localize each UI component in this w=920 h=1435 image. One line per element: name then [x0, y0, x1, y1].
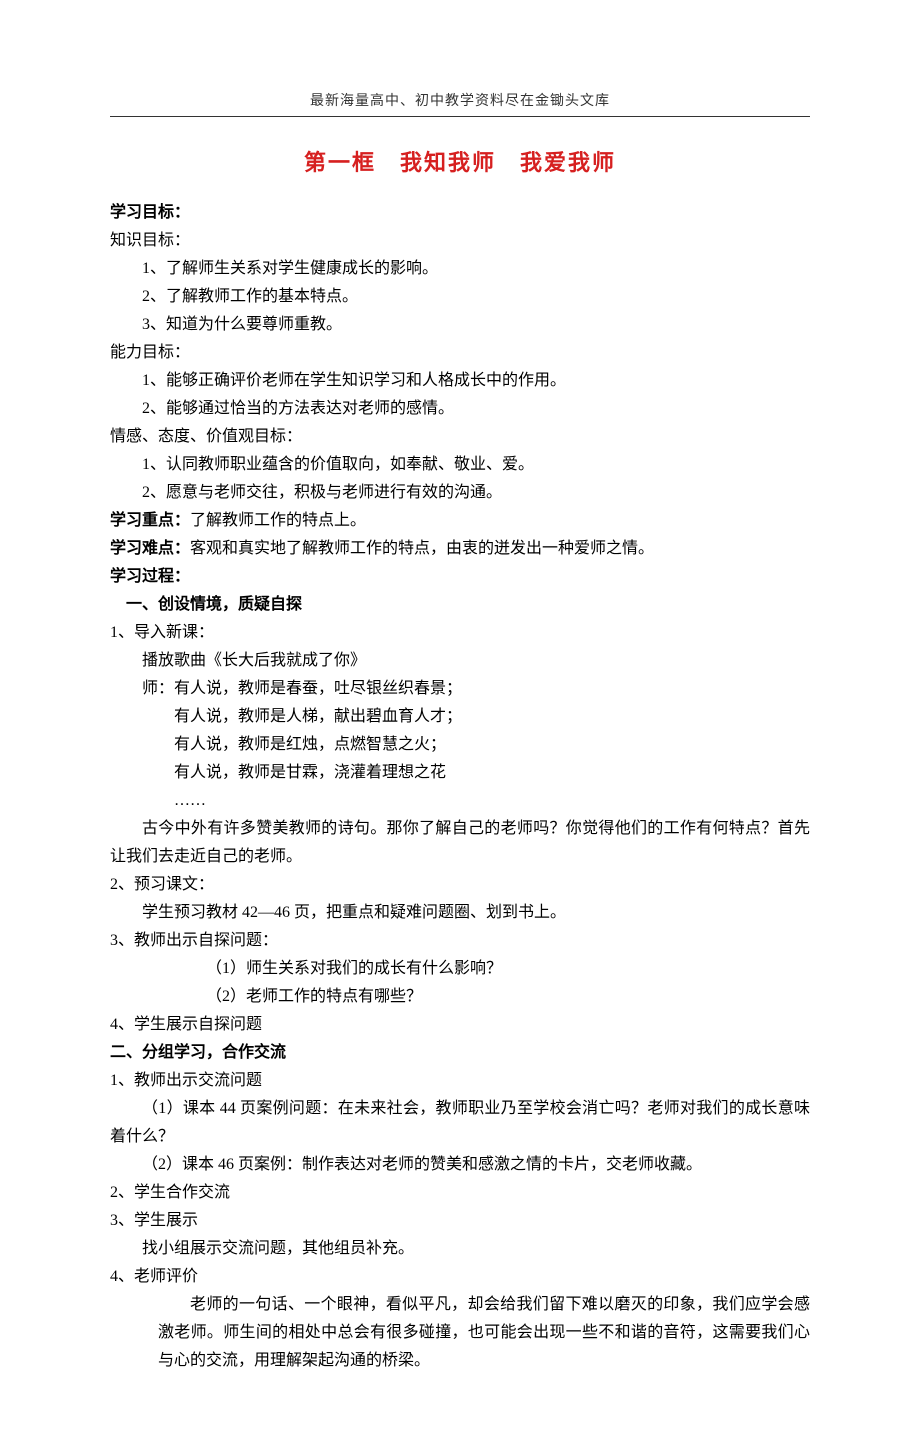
learning-difficulty-text: 客观和真实地了解教师工作的特点，由衷的迸发出一种爱师之情。 — [190, 540, 654, 557]
document-page: 最新海量高中、初中教学资料尽在金锄头文库 第一框我知我师我爱我师 学习目标： 知… — [0, 0, 920, 1435]
body-text: （1）师生关系对我们的成长有什么影响？ — [110, 955, 810, 983]
document-title: 第一框我知我师我爱我师 — [110, 145, 810, 177]
step-heading-1: 一、创设情境，质疑自探 — [110, 591, 810, 619]
body-paragraph: 古今中外有许多赞美教师的诗句。那你了解自己的老师吗？你觉得他们的工作有何特点？首… — [110, 815, 810, 871]
title-part2: 我知我师 — [400, 150, 496, 175]
subsection-knowledge-goals: 知识目标： — [110, 227, 810, 255]
body-text: 播放歌曲《长大后我就成了你》 — [110, 647, 810, 675]
body-text: 1、导入新课： — [110, 619, 810, 647]
body-text: 3、学生展示 — [110, 1207, 810, 1235]
learning-focus-label: 学习重点： — [110, 512, 190, 529]
subsection-ability-goals: 能力目标： — [110, 339, 810, 367]
body-text: 找小组展示交流问题，其他组员补充。 — [110, 1235, 810, 1263]
body-paragraph: （1）课本 44 页案例问题：在未来社会，教师职业乃至学校会消亡吗？老师对我们的… — [110, 1095, 810, 1151]
body-text: 1、认同教师职业蕴含的价值取向，如奉献、敬业、爱。 — [110, 451, 810, 479]
body-paragraph: 老师的一句话、一个眼神，看似平凡，却会给我们留下难以磨灭的印象，我们应学会感激老… — [110, 1291, 810, 1375]
step-heading-2: 二、分组学习，合作交流 — [110, 1039, 810, 1067]
body-text: 4、学生展示自探问题 — [110, 1011, 810, 1039]
body-text: 4、老师评价 — [110, 1263, 810, 1291]
body-text: 2、预习课文： — [110, 871, 810, 899]
body-text: 2、能够通过恰当的方法表达对老师的感情。 — [110, 395, 810, 423]
learning-focus-line: 学习重点：了解教师工作的特点上。 — [110, 507, 810, 535]
learning-difficulty-label: 学习难点： — [110, 540, 190, 557]
body-text: 学生预习教材 42—46 页，把重点和疑难问题圈、划到书上。 — [110, 899, 810, 927]
body-text: 1、能够正确评价老师在学生知识学习和人格成长中的作用。 — [110, 367, 810, 395]
body-text: 2、了解教师工作的基本特点。 — [110, 283, 810, 311]
body-text: 1、了解师生关系对学生健康成长的影响。 — [110, 255, 810, 283]
header-text: 最新海量高中、初中教学资料尽在金锄头文库 — [110, 90, 810, 117]
title-part3: 我爱我师 — [520, 150, 616, 175]
body-paragraph: （2）课本 46 页案例：制作表达对老师的赞美和感激之情的卡片，交老师收藏。 — [110, 1151, 810, 1179]
section-learning-process: 学习过程： — [110, 563, 810, 591]
body-text: 有人说，教师是甘霖，浇灌着理想之花 — [110, 759, 810, 787]
body-text: 2、愿意与老师交往，积极与老师进行有效的沟通。 — [110, 479, 810, 507]
body-text: 2、学生合作交流 — [110, 1179, 810, 1207]
body-text: （2）老师工作的特点有哪些？ — [110, 983, 810, 1011]
body-text: 1、教师出示交流问题 — [110, 1067, 810, 1095]
body-text: 师：有人说，教师是春蚕，吐尽银丝织春景； — [110, 675, 810, 703]
learning-focus-text: 了解教师工作的特点上。 — [190, 512, 366, 529]
subsection-emotion-goals: 情感、态度、价值观目标： — [110, 423, 810, 451]
body-text: 有人说，教师是红烛，点燃智慧之火； — [110, 731, 810, 759]
section-learning-goals: 学习目标： — [110, 199, 810, 227]
learning-difficulty-line: 学习难点：客观和真实地了解教师工作的特点，由衷的迸发出一种爱师之情。 — [110, 535, 810, 563]
body-text: 3、知道为什么要尊师重教。 — [110, 311, 810, 339]
body-text: 3、教师出示自探问题： — [110, 927, 810, 955]
body-text: 有人说，教师是人梯，献出碧血育人才； — [110, 703, 810, 731]
title-part1: 第一框 — [304, 150, 376, 175]
body-text: …… — [110, 787, 810, 815]
